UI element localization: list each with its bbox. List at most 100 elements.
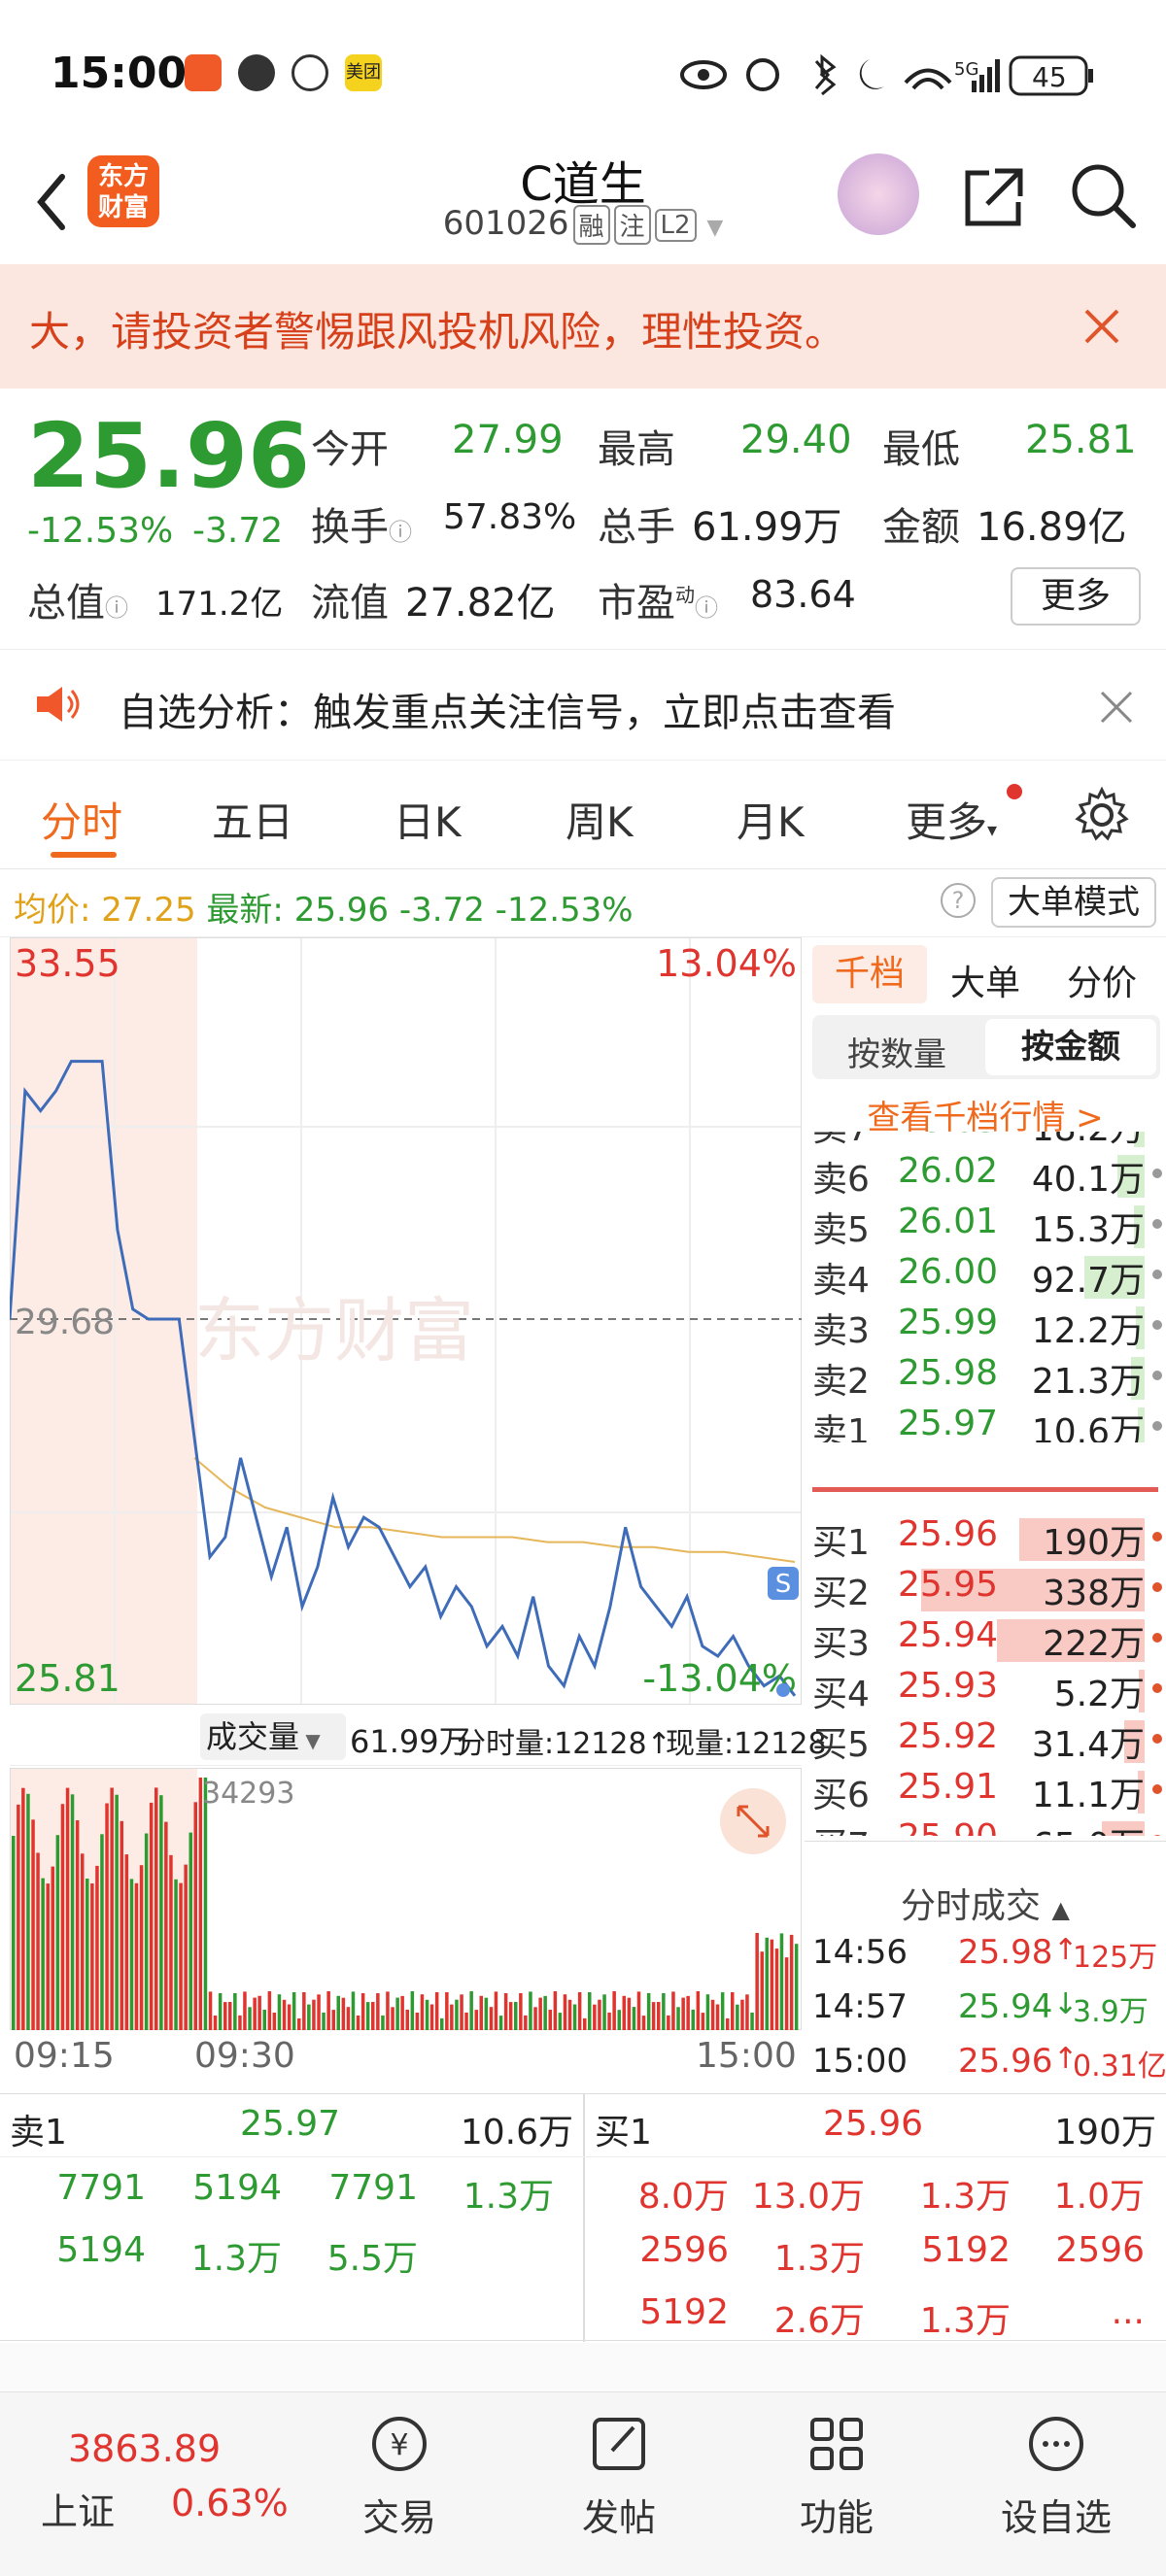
buy1-label: 买1 (595, 2113, 652, 2152)
level-volume: 92.7万 (1031, 1261, 1145, 1301)
message-icon (238, 54, 275, 91)
close-icon[interactable] (1098, 689, 1135, 726)
info-icon: ⓘ (695, 594, 718, 622)
big-order-mode-button[interactable]: 大单模式 (991, 877, 1156, 928)
assistant-avatar-icon[interactable] (838, 153, 919, 235)
tab-big-orders[interactable]: 大单 (950, 955, 1020, 1005)
level-label: 卖3 (812, 1311, 870, 1351)
volume-bar (779, 1933, 784, 2030)
volume-bar (538, 1997, 542, 2030)
sell-level-row[interactable]: 卖1 25.97 10.6万 (812, 1404, 1162, 1442)
level-dot (1152, 1784, 1162, 1794)
open-value: 27.99 (452, 418, 564, 462)
tab-thousand-levels[interactable]: 千档 (812, 945, 927, 1003)
volume-bar (598, 1999, 601, 2030)
settings-gear-icon[interactable] (1073, 786, 1131, 844)
sell-level-row[interactable]: 卖3 25.99 12.2万 (812, 1303, 1162, 1353)
volume-bar (593, 2004, 597, 2030)
info-icon: ⓘ (105, 594, 128, 622)
volume-bar (789, 1934, 794, 2030)
sell-level-row[interactable]: 卖6 26.02 40.1万 (812, 1151, 1162, 1202)
volume-bar (553, 1991, 558, 2030)
volume-bar (257, 1995, 261, 2030)
level-volume: 15.3万 (1031, 1210, 1145, 1250)
change-percent: -12.53% (27, 511, 174, 551)
alert-text: 自选分析：触发重点关注信号，立即点击查看 (119, 691, 896, 735)
level-price: 26.03 (898, 1132, 998, 1140)
volume-bar (351, 1991, 356, 2030)
sell1-volume: 10.6万 (460, 2113, 573, 2152)
sell1-price: 25.97 (239, 2104, 340, 2144)
volume-bar (248, 2007, 252, 2030)
share-icon[interactable] (960, 163, 1028, 231)
volume-chart[interactable]: 34293 (10, 1768, 802, 2030)
meituan-icon: 美团 (345, 54, 382, 91)
close-icon[interactable] (1080, 305, 1123, 348)
level-volume: 190万 (1043, 1523, 1145, 1563)
volume-bar (760, 1951, 764, 2030)
buy-level-row[interactable]: 买5 25.92 31.4万 (812, 1716, 1162, 1767)
sell-level-row[interactable]: 卖2 25.98 21.3万 (812, 1353, 1162, 1404)
volume-bar (307, 2004, 311, 2030)
buy-level-row[interactable]: 买3 25.94 222万 (812, 1615, 1162, 1666)
tab-daily-k[interactable]: 日K (394, 790, 462, 849)
buy-level-row[interactable]: 买6 25.91 11.1万 (812, 1767, 1162, 1817)
buy-queue-cell: 5192 (639, 2292, 729, 2332)
trades-title[interactable]: 分时成交 ▲ (805, 1878, 1166, 1928)
volume-bar (331, 2010, 335, 2030)
tab-five-day[interactable]: 五日 (212, 790, 293, 849)
tab-weekly-k[interactable]: 周K (566, 790, 634, 849)
intraday-chart[interactable]: 东方财富 33.55 29.68 25.81 13.04% -13.04% S (10, 937, 802, 1705)
nav-trade[interactable]: ¥ 交易 (317, 2410, 482, 2541)
subtab-by-count[interactable]: 按数量 (847, 1028, 946, 1075)
level-volume: 21.3万 (1031, 1362, 1145, 1402)
level-label: 买2 (812, 1574, 870, 1613)
volume-bar (498, 2016, 503, 2030)
volume-bar (233, 1993, 237, 2030)
buy-queue-cell: 1.3万 (919, 2301, 1011, 2341)
buy-level-row[interactable]: 买1 25.96 190万 (812, 1514, 1162, 1565)
subtab-by-amount[interactable]: 按金额 (985, 1019, 1156, 1075)
volume-bar (395, 1997, 399, 2030)
tab-more[interactable]: 更多▾ (906, 790, 997, 849)
sell-level-row[interactable]: 卖4 26.00 92.7万 (812, 1252, 1162, 1303)
caret-icon: ▾ (987, 818, 998, 841)
index-change: 0.63% (171, 2482, 289, 2525)
registration-tag: 注 (613, 205, 651, 245)
volume-bar (134, 1882, 139, 2030)
alert-bar[interactable]: 自选分析：触发重点关注信号，立即点击查看 (0, 649, 1166, 761)
nav-functions[interactable]: 功能 (754, 2410, 919, 2541)
tab-price-distribution[interactable]: 分价 (1067, 955, 1137, 1005)
open-label: 今开 (311, 427, 389, 472)
more-button[interactable]: 更多 (1011, 567, 1141, 626)
buy-level-row[interactable]: 买4 25.93 5.2万 (812, 1666, 1162, 1716)
buy-queue-cell: 2.6万 (773, 2301, 865, 2341)
buy-level-row[interactable]: 买2 25.95 338万 (812, 1565, 1162, 1615)
sell-queue-cell: 5.5万 (326, 2239, 418, 2279)
sell-queue-cell: 7791 (56, 2168, 146, 2208)
tab-fenshi[interactable]: 分时 (41, 790, 122, 849)
order-book-panel: 千档 大单 分价 按数量 按金额 查看千档行情 > 卖7 26.03 18.2万… (805, 937, 1166, 2093)
nav-post[interactable]: 发帖 (536, 2410, 702, 2541)
amount-value: 16.89亿 (977, 505, 1127, 550)
sell-level-row[interactable]: 卖5 26.01 15.3万 (812, 1202, 1162, 1252)
buy-queue-cell: 5192 (921, 2230, 1011, 2270)
level-price: 25.92 (898, 1716, 999, 1756)
volume-bar (189, 1832, 192, 2030)
volume-selector[interactable]: 成交量 ▼ (200, 1713, 346, 1760)
risk-warning-banner[interactable]: 大，请投资者警惕跟风投机风险，理性投资。 (0, 264, 1166, 389)
volume-bar (657, 2002, 661, 2030)
index-value[interactable]: 3863.89 (68, 2427, 221, 2470)
volume-bar (726, 2017, 730, 2030)
trade-time: 15:00 (812, 2042, 908, 2081)
sell-level-row[interactable]: 卖7 26.03 18.2万 (812, 1132, 1162, 1151)
nav-add-watchlist[interactable]: 设自选 (974, 2410, 1139, 2541)
search-icon[interactable] (1069, 161, 1139, 231)
volume-bar (17, 1804, 20, 2030)
help-icon[interactable]: ? (941, 883, 976, 918)
tab-monthly-k[interactable]: 月K (737, 790, 805, 849)
volume-bar (484, 1997, 489, 2030)
level-label: 卖5 (812, 1210, 870, 1250)
level-volume: 18.2万 (1032, 1132, 1145, 1151)
buy-level-row[interactable]: 买7 25.90 65.0万 (812, 1817, 1162, 1836)
